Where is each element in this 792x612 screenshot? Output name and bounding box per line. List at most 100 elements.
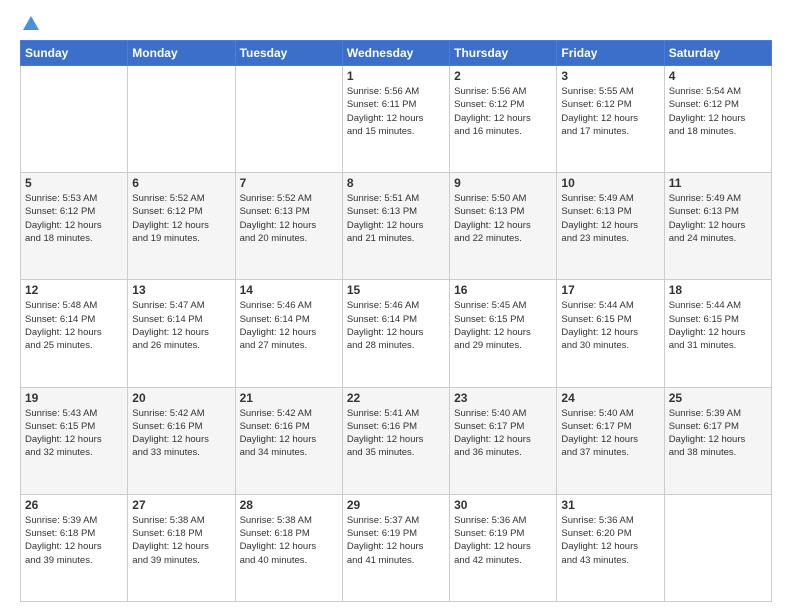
day-info: Sunrise: 5:55 AM Sunset: 6:12 PM Dayligh… — [561, 85, 659, 138]
calendar-cell: 30 Sunrise: 5:36 AM Sunset: 6:19 PM Dayli… — [450, 494, 557, 601]
day-number: 6 — [132, 176, 230, 190]
calendar-cell: 19 Sunrise: 5:43 AM Sunset: 6:15 PM Dayli… — [21, 387, 128, 494]
calendar-cell: 15 Sunrise: 5:46 AM Sunset: 6:14 PM Dayli… — [342, 280, 449, 387]
day-number: 17 — [561, 283, 659, 297]
calendar-header-wednesday: Wednesday — [342, 41, 449, 66]
day-number: 26 — [25, 498, 123, 512]
day-info: Sunrise: 5:40 AM Sunset: 6:17 PM Dayligh… — [561, 407, 659, 460]
day-number: 7 — [240, 176, 338, 190]
day-number: 3 — [561, 69, 659, 83]
day-info: Sunrise: 5:49 AM Sunset: 6:13 PM Dayligh… — [669, 192, 767, 245]
calendar-cell: 21 Sunrise: 5:42 AM Sunset: 6:16 PM Dayli… — [235, 387, 342, 494]
calendar-week-4: 19 Sunrise: 5:43 AM Sunset: 6:15 PM Dayli… — [21, 387, 772, 494]
calendar-header-friday: Friday — [557, 41, 664, 66]
calendar-cell — [664, 494, 771, 601]
day-number: 31 — [561, 498, 659, 512]
day-number: 10 — [561, 176, 659, 190]
day-number: 4 — [669, 69, 767, 83]
day-number: 20 — [132, 391, 230, 405]
calendar-cell: 17 Sunrise: 5:44 AM Sunset: 6:15 PM Dayli… — [557, 280, 664, 387]
day-info: Sunrise: 5:53 AM Sunset: 6:12 PM Dayligh… — [25, 192, 123, 245]
day-info: Sunrise: 5:47 AM Sunset: 6:14 PM Dayligh… — [132, 299, 230, 352]
day-number: 24 — [561, 391, 659, 405]
calendar-cell: 27Sunrise: 5:38 AM Sunset: 6:18 PM Dayli… — [128, 494, 235, 601]
logo — [20, 16, 40, 30]
calendar-cell: 4 Sunrise: 5:54 AM Sunset: 6:12 PM Daylig… — [664, 66, 771, 173]
calendar-cell: 25Sunrise: 5:39 AM Sunset: 6:17 PM Dayli… — [664, 387, 771, 494]
calendar-cell: 12 Sunrise: 5:48 AM Sunset: 6:14 PM Dayli… — [21, 280, 128, 387]
calendar-header-sunday: Sunday — [21, 41, 128, 66]
day-info: Sunrise: 5:37 AM Sunset: 6:19 PM Dayligh… — [347, 514, 445, 567]
day-number: 22 — [347, 391, 445, 405]
day-info: Sunrise: 5:41 AM Sunset: 6:16 PM Dayligh… — [347, 407, 445, 460]
calendar-cell: 14 Sunrise: 5:46 AM Sunset: 6:14 PM Dayli… — [235, 280, 342, 387]
day-number: 29 — [347, 498, 445, 512]
day-info: Sunrise: 5:36 AM Sunset: 6:20 PM Dayligh… — [561, 514, 659, 567]
calendar-week-1: 1 Sunrise: 5:56 AM Sunset: 6:11 PM Daylig… — [21, 66, 772, 173]
day-info: Sunrise: 5:46 AM Sunset: 6:14 PM Dayligh… — [240, 299, 338, 352]
day-info: Sunrise: 5:46 AM Sunset: 6:14 PM Dayligh… — [347, 299, 445, 352]
calendar-cell: 8Sunrise: 5:51 AM Sunset: 6:13 PM Daylig… — [342, 173, 449, 280]
day-number: 25 — [669, 391, 767, 405]
day-number: 21 — [240, 391, 338, 405]
calendar-cell: 10Sunrise: 5:49 AM Sunset: 6:13 PM Dayli… — [557, 173, 664, 280]
day-number: 13 — [132, 283, 230, 297]
day-number: 19 — [25, 391, 123, 405]
day-info: Sunrise: 5:39 AM Sunset: 6:18 PM Dayligh… — [25, 514, 123, 567]
calendar-cell: 1 Sunrise: 5:56 AM Sunset: 6:11 PM Daylig… — [342, 66, 449, 173]
calendar-cell: 31 Sunrise: 5:36 AM Sunset: 6:20 PM Dayli… — [557, 494, 664, 601]
header — [20, 16, 772, 30]
day-info: Sunrise: 5:50 AM Sunset: 6:13 PM Dayligh… — [454, 192, 552, 245]
day-info: Sunrise: 5:48 AM Sunset: 6:14 PM Dayligh… — [25, 299, 123, 352]
day-info: Sunrise: 5:52 AM Sunset: 6:12 PM Dayligh… — [132, 192, 230, 245]
calendar-week-2: 5 Sunrise: 5:53 AM Sunset: 6:12 PM Daylig… — [21, 173, 772, 280]
day-number: 9 — [454, 176, 552, 190]
calendar-cell — [21, 66, 128, 173]
calendar-cell: 11 Sunrise: 5:49 AM Sunset: 6:13 PM Dayli… — [664, 173, 771, 280]
day-info: Sunrise: 5:42 AM Sunset: 6:16 PM Dayligh… — [132, 407, 230, 460]
day-number: 1 — [347, 69, 445, 83]
day-info: Sunrise: 5:36 AM Sunset: 6:19 PM Dayligh… — [454, 514, 552, 567]
day-info: Sunrise: 5:52 AM Sunset: 6:13 PM Dayligh… — [240, 192, 338, 245]
calendar-header-thursday: Thursday — [450, 41, 557, 66]
calendar-cell — [128, 66, 235, 173]
day-info: Sunrise: 5:42 AM Sunset: 6:16 PM Dayligh… — [240, 407, 338, 460]
calendar-cell: 16Sunrise: 5:45 AM Sunset: 6:15 PM Dayli… — [450, 280, 557, 387]
calendar-cell: 29 Sunrise: 5:37 AM Sunset: 6:19 PM Dayli… — [342, 494, 449, 601]
calendar-cell: 2 Sunrise: 5:56 AM Sunset: 6:12 PM Daylig… — [450, 66, 557, 173]
day-info: Sunrise: 5:56 AM Sunset: 6:12 PM Dayligh… — [454, 85, 552, 138]
day-info: Sunrise: 5:56 AM Sunset: 6:11 PM Dayligh… — [347, 85, 445, 138]
calendar-cell: 26 Sunrise: 5:39 AM Sunset: 6:18 PM Dayli… — [21, 494, 128, 601]
day-number: 28 — [240, 498, 338, 512]
day-number: 11 — [669, 176, 767, 190]
day-number: 2 — [454, 69, 552, 83]
calendar-cell: 13 Sunrise: 5:47 AM Sunset: 6:14 PM Dayli… — [128, 280, 235, 387]
calendar-week-3: 12 Sunrise: 5:48 AM Sunset: 6:14 PM Dayli… — [21, 280, 772, 387]
day-number: 12 — [25, 283, 123, 297]
day-info: Sunrise: 5:54 AM Sunset: 6:12 PM Dayligh… — [669, 85, 767, 138]
day-info: Sunrise: 5:43 AM Sunset: 6:15 PM Dayligh… — [25, 407, 123, 460]
calendar-cell: 9 Sunrise: 5:50 AM Sunset: 6:13 PM Daylig… — [450, 173, 557, 280]
calendar-header-tuesday: Tuesday — [235, 41, 342, 66]
day-number: 18 — [669, 283, 767, 297]
calendar-cell: 6 Sunrise: 5:52 AM Sunset: 6:12 PM Daylig… — [128, 173, 235, 280]
calendar-header-row: SundayMondayTuesdayWednesdayThursdayFrid… — [21, 41, 772, 66]
day-number: 5 — [25, 176, 123, 190]
day-info: Sunrise: 5:38 AM Sunset: 6:18 PM Dayligh… — [240, 514, 338, 567]
day-number: 30 — [454, 498, 552, 512]
day-number: 14 — [240, 283, 338, 297]
day-number: 8 — [347, 176, 445, 190]
calendar-header-monday: Monday — [128, 41, 235, 66]
day-info: Sunrise: 5:44 AM Sunset: 6:15 PM Dayligh… — [669, 299, 767, 352]
day-info: Sunrise: 5:44 AM Sunset: 6:15 PM Dayligh… — [561, 299, 659, 352]
calendar-header-saturday: Saturday — [664, 41, 771, 66]
calendar-cell: 23Sunrise: 5:40 AM Sunset: 6:17 PM Dayli… — [450, 387, 557, 494]
day-number: 27 — [132, 498, 230, 512]
calendar-cell: 18 Sunrise: 5:44 AM Sunset: 6:15 PM Dayli… — [664, 280, 771, 387]
page: SundayMondayTuesdayWednesdayThursdayFrid… — [0, 0, 792, 612]
calendar-table: SundayMondayTuesdayWednesdayThursdayFrid… — [20, 40, 772, 602]
calendar-cell: 7 Sunrise: 5:52 AM Sunset: 6:13 PM Daylig… — [235, 173, 342, 280]
day-info: Sunrise: 5:45 AM Sunset: 6:15 PM Dayligh… — [454, 299, 552, 352]
calendar-cell: 5 Sunrise: 5:53 AM Sunset: 6:12 PM Daylig… — [21, 173, 128, 280]
day-number: 15 — [347, 283, 445, 297]
